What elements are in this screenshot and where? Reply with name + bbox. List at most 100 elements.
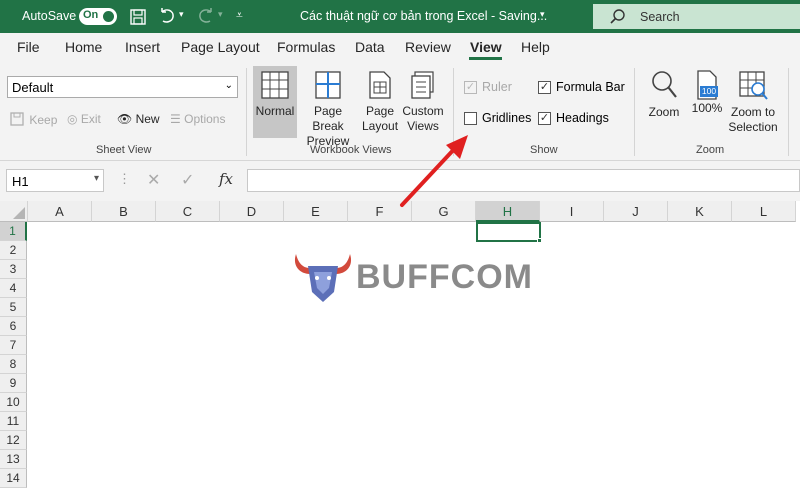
column-header-h[interactable]: H bbox=[476, 201, 540, 222]
customize-toolbar-icon[interactable]: ⩡ bbox=[236, 8, 243, 23]
redo-dropdown-icon[interactable]: ▾ bbox=[218, 9, 223, 20]
keep-button[interactable]: Keep bbox=[10, 112, 57, 127]
zoom-to-selection-button[interactable]: Zoom to Selection bbox=[724, 66, 782, 135]
column-header-d[interactable]: D bbox=[220, 201, 284, 222]
eye-x-icon: ◎ bbox=[67, 112, 78, 126]
save-icon[interactable] bbox=[129, 8, 147, 26]
tab-review[interactable]: Review bbox=[405, 39, 451, 55]
tab-data[interactable]: Data bbox=[355, 39, 385, 55]
zoom-selection-icon bbox=[739, 71, 768, 100]
sheet-view-dropdown[interactable]: Default ⌄ bbox=[7, 76, 238, 98]
page-layout-label-1: Page bbox=[365, 104, 395, 118]
row-header-6[interactable]: 6 bbox=[0, 317, 27, 336]
row-header-12[interactable]: 12 bbox=[0, 431, 27, 450]
redo-icon[interactable] bbox=[196, 7, 216, 25]
tab-view[interactable]: View bbox=[470, 39, 502, 55]
exit-button[interactable]: ◎ Exit bbox=[67, 112, 101, 126]
zoom-100-button[interactable]: 100 100% bbox=[689, 66, 725, 116]
group-separator bbox=[634, 68, 635, 156]
formula-input[interactable] bbox=[247, 169, 800, 192]
row-header-10[interactable]: 10 bbox=[0, 393, 27, 412]
row-header-8[interactable]: 8 bbox=[0, 355, 27, 374]
page-break-label-1: Page Break bbox=[312, 104, 344, 133]
title-dropdown-icon[interactable]: ▾ bbox=[540, 9, 545, 20]
column-header-i[interactable]: I bbox=[540, 201, 604, 222]
row-header-13[interactable]: 13 bbox=[0, 450, 27, 469]
normal-label: Normal bbox=[255, 104, 295, 118]
row-header-9[interactable]: 9 bbox=[0, 374, 27, 393]
row-header-1[interactable]: 1 bbox=[0, 222, 27, 241]
autosave-toggle[interactable]: On bbox=[79, 8, 117, 25]
zoom-label: Zoom bbox=[648, 105, 680, 119]
bull-logo-icon bbox=[294, 254, 352, 302]
row-header-11[interactable]: 11 bbox=[0, 412, 27, 431]
headings-checkbox[interactable]: ✓ bbox=[538, 112, 551, 125]
spreadsheet-grid[interactable]: A B C D E F G H I J K L 1 2 3 4 5 6 7 8 9 10 11 12 13 14 bbox=[0, 201, 800, 490]
insert-function-icon[interactable]: fx bbox=[219, 170, 233, 188]
formula-bar-checkbox[interactable]: ✓ bbox=[538, 81, 551, 94]
cancel-icon[interactable]: ✕ bbox=[147, 170, 160, 190]
magnifier-icon bbox=[652, 71, 677, 98]
tab-insert[interactable]: Insert bbox=[125, 39, 160, 55]
zoom-100-icon: 100 bbox=[694, 69, 720, 101]
page-layout-icon bbox=[369, 71, 391, 99]
autosave-label: AutoSave bbox=[22, 9, 77, 23]
watermark-text: BUFFCOM bbox=[356, 258, 533, 296]
column-header-e[interactable]: E bbox=[284, 201, 348, 222]
normal-view-button[interactable]: Normal bbox=[253, 66, 297, 138]
row-header-5[interactable]: 5 bbox=[0, 298, 27, 317]
gridlines-checkbox[interactable] bbox=[464, 112, 477, 125]
row-header-4[interactable]: 4 bbox=[0, 279, 27, 298]
enter-icon[interactable]: ✓ bbox=[181, 170, 194, 190]
autosave-state: On bbox=[83, 9, 99, 21]
fill-handle[interactable] bbox=[537, 238, 542, 243]
column-header-j[interactable]: J bbox=[604, 201, 668, 222]
chevron-down-icon: ▾ bbox=[93, 173, 99, 184]
menu-bar: File Home Insert Page Layout Formulas Da… bbox=[0, 33, 800, 61]
row-header-14[interactable]: 14 bbox=[0, 469, 27, 488]
tab-file[interactable]: File bbox=[17, 39, 40, 55]
options-label: Options bbox=[184, 112, 226, 126]
row-header-3[interactable]: 3 bbox=[0, 260, 27, 279]
workbook-views-group-label: Workbook Views bbox=[310, 144, 392, 156]
show-group-label: Show bbox=[530, 144, 558, 156]
column-header-l[interactable]: L bbox=[732, 201, 796, 222]
chevron-down-icon: ⌄ bbox=[224, 80, 233, 91]
column-header-c[interactable]: C bbox=[156, 201, 220, 222]
selected-cell[interactable] bbox=[476, 222, 541, 242]
column-header-k[interactable]: K bbox=[668, 201, 732, 222]
column-header-b[interactable]: B bbox=[92, 201, 156, 222]
column-header-a[interactable]: A bbox=[28, 201, 92, 222]
group-separator bbox=[246, 68, 247, 156]
exit-label: Exit bbox=[80, 112, 101, 126]
search-icon bbox=[610, 9, 625, 24]
select-all-corner[interactable] bbox=[0, 201, 28, 222]
custom-views-icon bbox=[411, 71, 434, 99]
drag-handle-icon[interactable]: ⋮ bbox=[118, 171, 131, 187]
document-title: Các thuật ngữ cơ bản trong Excel - Savin… bbox=[300, 9, 548, 23]
new-sheet-view-button[interactable]: 👁︎ New bbox=[117, 112, 160, 126]
tab-formulas[interactable]: Formulas bbox=[277, 39, 335, 55]
search-box[interactable]: Search bbox=[593, 4, 800, 29]
toggle-knob-icon bbox=[103, 11, 114, 22]
name-box-value: H1 bbox=[12, 174, 29, 189]
row-header-2[interactable]: 2 bbox=[0, 241, 27, 260]
page-layout-button[interactable]: Page Layout bbox=[362, 66, 398, 134]
undo-icon[interactable] bbox=[157, 7, 177, 25]
page-break-preview-button[interactable]: Page Break Preview bbox=[298, 66, 358, 149]
headings-label: Headings bbox=[556, 111, 609, 125]
eye-plus-icon: 👁︎ bbox=[117, 112, 133, 126]
zoom-button[interactable]: Zoom bbox=[645, 66, 683, 120]
tab-help[interactable]: Help bbox=[521, 39, 550, 55]
ruler-checkbox[interactable]: ✓ bbox=[464, 81, 477, 94]
formula-bar-label: Formula Bar bbox=[556, 80, 625, 94]
name-box[interactable]: H1 ▾ bbox=[6, 169, 104, 192]
custom-views-button[interactable]: Custom Views bbox=[401, 66, 445, 134]
page-break-icon bbox=[315, 71, 341, 99]
undo-dropdown-icon[interactable]: ▾ bbox=[179, 9, 184, 20]
tab-home[interactable]: Home bbox=[65, 39, 102, 55]
sheet-view-group-label: Sheet View bbox=[96, 144, 152, 156]
row-header-7[interactable]: 7 bbox=[0, 336, 27, 355]
tab-page-layout[interactable]: Page Layout bbox=[181, 39, 260, 55]
options-button[interactable]: ☰ Options bbox=[170, 112, 225, 126]
